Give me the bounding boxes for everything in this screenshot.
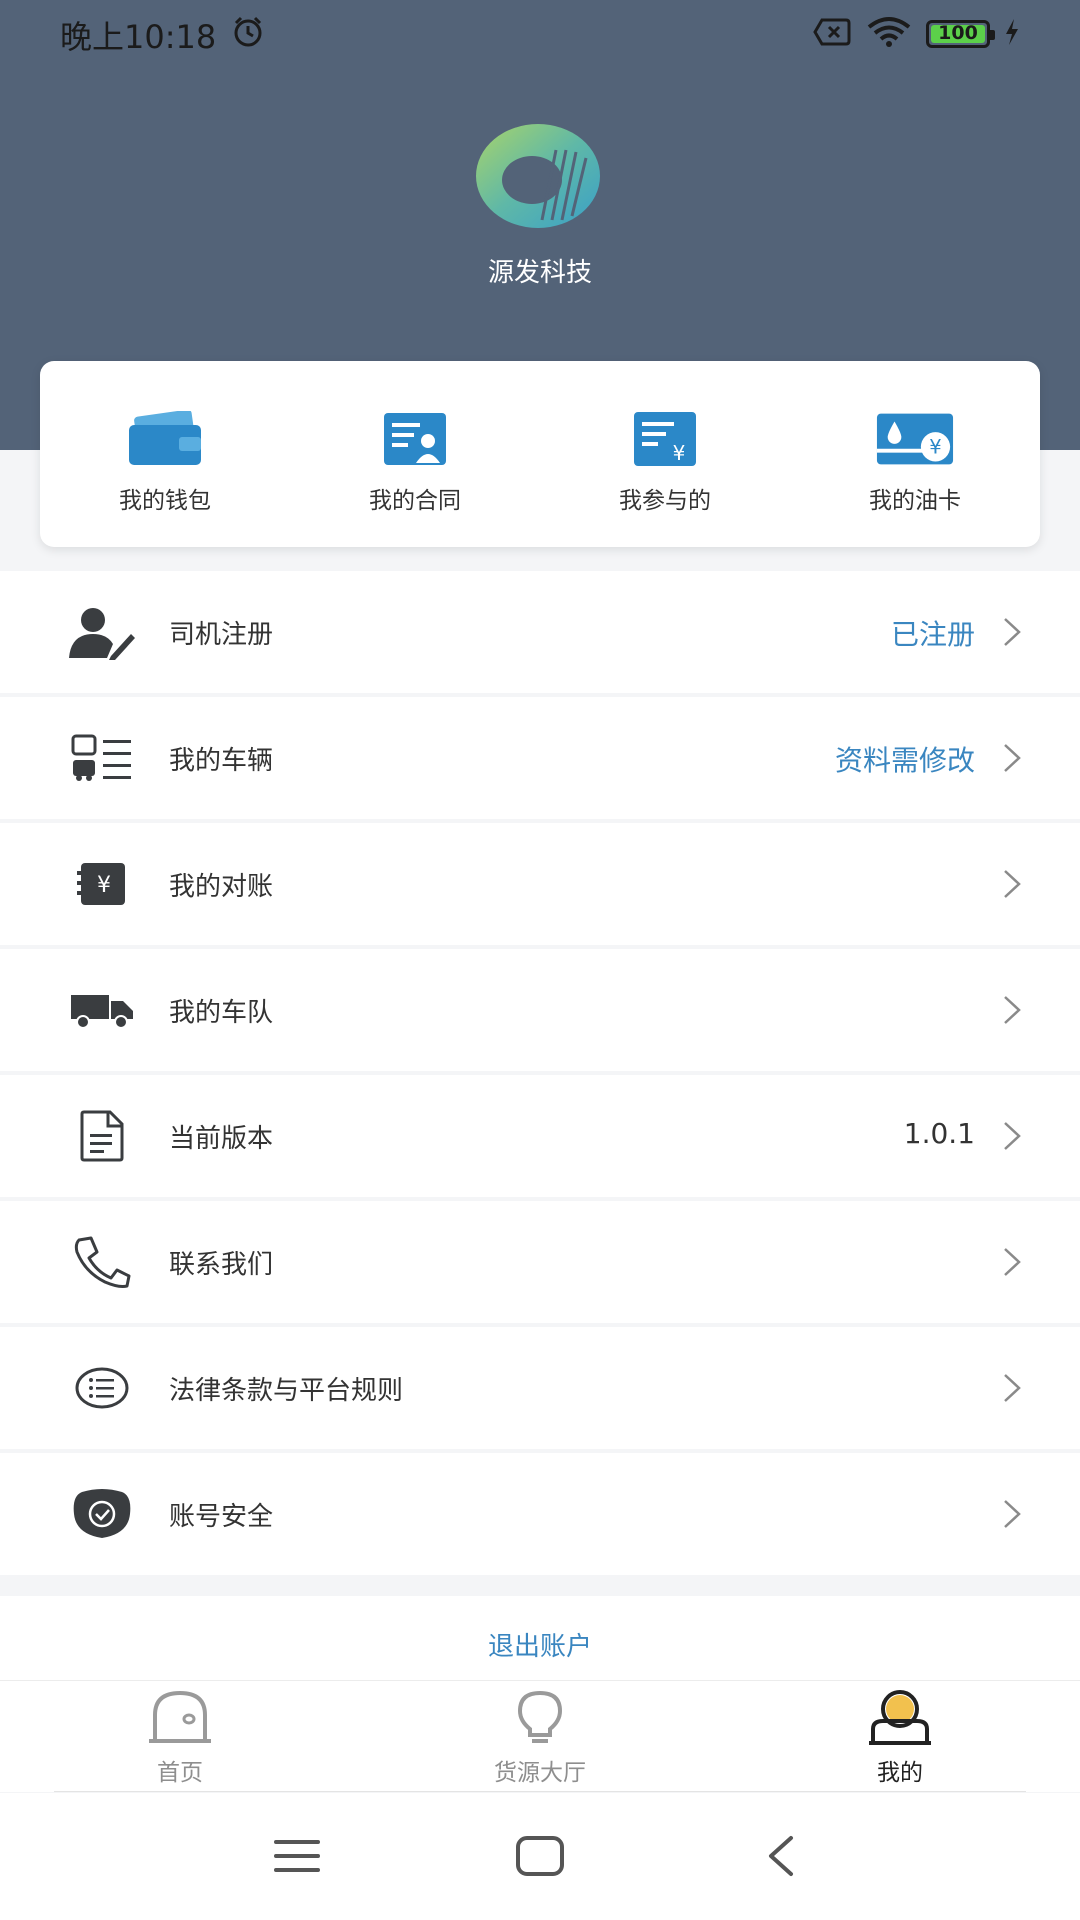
quick-action-label: 我的钱包 (119, 488, 211, 514)
sim-off-icon (812, 18, 852, 50)
charging-icon (1004, 18, 1020, 50)
truck-icon (66, 980, 138, 1040)
tab-home[interactable]: 首页 (90, 1689, 270, 1787)
tab-cargo-hall[interactable]: 货源大厅 (450, 1689, 630, 1787)
quick-action-contract[interactable]: 我的合同 (290, 361, 540, 547)
menu-item-label: 当前版本 (169, 1124, 274, 1154)
alarm-icon (230, 14, 266, 54)
menu-item-label: 联系我们 (169, 1250, 274, 1280)
menu-item-value: 1.0.1 (903, 1117, 975, 1150)
menu-item-label: 法律条款与平台规则 (169, 1376, 404, 1406)
chevron-right-icon (1002, 1499, 1022, 1533)
fuel-card-icon: ¥ (875, 409, 955, 469)
menu-item-value: 已注册 (890, 618, 975, 651)
document-icon (66, 1106, 138, 1166)
brand-name: 源发科技 (487, 258, 592, 288)
tab-label: 我的 (877, 1760, 923, 1786)
svg-text:¥: ¥ (97, 873, 111, 898)
menu-list: 司机注册 已注册 我的车辆 资料需修改 ¥ 我的对账 我的车队 当前版本 1.0… (0, 571, 1080, 1579)
home-icon (145, 1689, 215, 1749)
quick-actions-card: 我的钱包 我的合同 ¥ 我参与的 ¥ 我的油卡 (40, 361, 1040, 547)
svg-text:¥: ¥ (929, 436, 941, 459)
back-icon[interactable] (745, 1823, 815, 1889)
logout-label: 退出账户 (487, 1632, 592, 1662)
bottom-tab-bar: 首页 货源大厅 我的 (0, 1680, 1080, 1792)
shield-check-icon (66, 1484, 138, 1544)
battery-text: 100 (938, 22, 978, 44)
menu-item-legal-terms[interactable]: 法律条款与平台规则 (0, 1327, 1080, 1449)
menu-item-driver-register[interactable]: 司机注册 已注册 (0, 571, 1080, 693)
chevron-right-icon (1002, 1247, 1022, 1281)
chevron-right-icon (1002, 995, 1022, 1029)
menu-item-value: 资料需修改 (834, 744, 975, 777)
svg-text:¥: ¥ (673, 441, 686, 465)
chevron-right-icon (1002, 869, 1022, 903)
menu-item-reconciliation[interactable]: ¥ 我的对账 (0, 823, 1080, 945)
bulb-icon (512, 1689, 568, 1749)
menu-item-label: 我的车辆 (169, 746, 274, 776)
tab-mine[interactable]: 我的 (810, 1689, 990, 1787)
menu-icon[interactable] (262, 1823, 332, 1889)
menu-item-account-security[interactable]: 账号安全 (0, 1453, 1080, 1575)
menu-item-label: 账号安全 (169, 1502, 274, 1532)
quick-action-label: 我的油卡 (869, 488, 961, 514)
menu-item-label: 我的车队 (169, 998, 274, 1028)
vehicle-list-icon (66, 728, 138, 788)
chevron-right-icon (1002, 743, 1022, 777)
system-navigation-bar (0, 1793, 1080, 1920)
quick-action-participation[interactable]: ¥ 我参与的 (540, 361, 790, 547)
chevron-right-icon (1002, 617, 1022, 651)
status-time: 晚上10:18 (60, 18, 217, 56)
participation-icon: ¥ (625, 409, 705, 469)
quick-action-wallet[interactable]: 我的钱包 (40, 361, 290, 547)
menu-item-label: 司机注册 (169, 620, 274, 650)
wallet-icon (125, 409, 205, 469)
menu-item-version[interactable]: 当前版本 1.0.1 (0, 1075, 1080, 1197)
driver-register-icon (66, 602, 138, 662)
menu-item-label: 我的对账 (169, 872, 274, 902)
user-icon (867, 1689, 933, 1749)
menu-item-vehicles[interactable]: 我的车辆 资料需修改 (0, 697, 1080, 819)
menu-item-contact[interactable]: 联系我们 (0, 1201, 1080, 1323)
chevron-right-icon (1002, 1373, 1022, 1407)
tabbar-divider (54, 1791, 1026, 1792)
quick-action-fuel-card[interactable]: ¥ 我的油卡 (790, 361, 1040, 547)
brand-logo (472, 120, 608, 236)
status-icons: 100 (812, 16, 1020, 52)
tab-label: 首页 (157, 1760, 203, 1786)
menu-item-fleet[interactable]: 我的车队 (0, 949, 1080, 1071)
contract-icon (375, 409, 455, 469)
chevron-right-icon (1002, 1121, 1022, 1155)
quick-action-label: 我的合同 (369, 488, 461, 514)
wifi-icon (866, 16, 912, 52)
list-icon (66, 1358, 138, 1418)
quick-action-label: 我参与的 (619, 488, 711, 514)
status-bar: 晚上10:18 100 (0, 0, 1080, 66)
tab-label: 货源大厅 (494, 1760, 586, 1786)
phone-icon (66, 1232, 138, 1292)
reconciliation-icon: ¥ (66, 854, 138, 914)
battery-icon: 100 (926, 20, 995, 48)
home-square-icon[interactable] (505, 1823, 575, 1889)
